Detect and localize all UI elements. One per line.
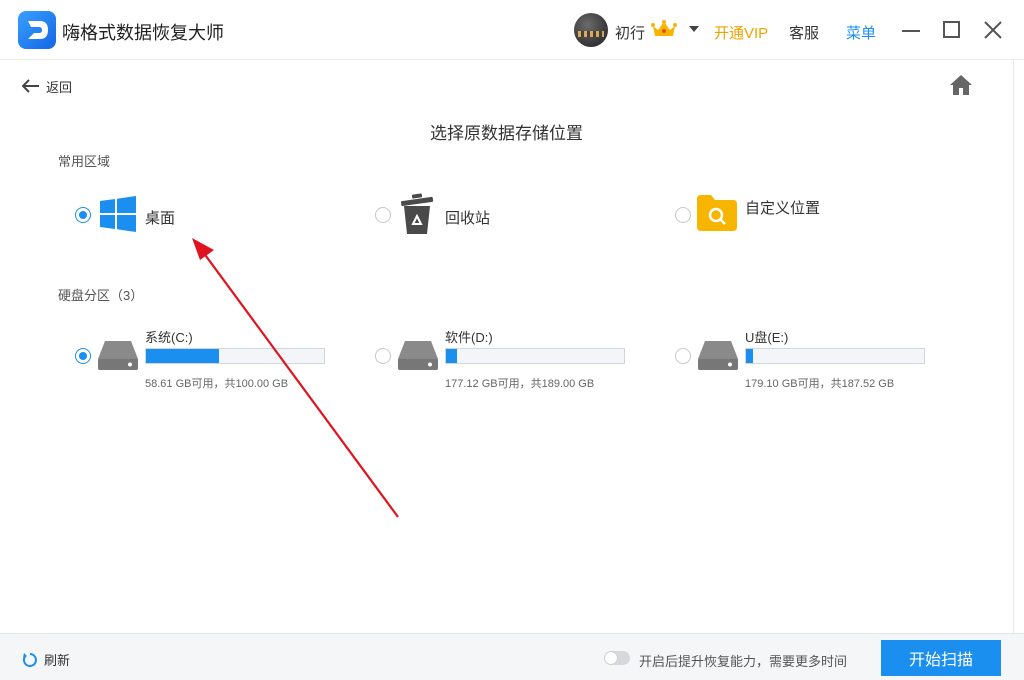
drive-c-usage-bar	[145, 348, 325, 364]
drive-e-name[interactable]: U盘(E:)	[745, 327, 788, 346]
vip-link[interactable]: 开通VIP	[714, 22, 768, 43]
location-desktop-label[interactable]: 桌面	[145, 207, 175, 228]
app-logo-icon	[18, 11, 56, 49]
back-button[interactable]: 返回	[22, 76, 72, 96]
drive-c-usage-fill	[146, 349, 219, 363]
user-dropdown-caret-icon[interactable]	[689, 26, 699, 32]
recycle-bin-radio[interactable]	[375, 207, 391, 223]
page-title: 选择原数据存储位置	[430, 124, 583, 143]
drive-d-radio[interactable]	[375, 348, 391, 364]
customer-service-link[interactable]: 客服	[789, 22, 819, 43]
menu-link[interactable]: 菜单	[846, 22, 876, 43]
desktop-radio[interactable]	[75, 207, 91, 223]
drive-c-radio[interactable]	[75, 348, 91, 364]
refresh-icon	[23, 652, 37, 667]
drive-e-usage-bar	[745, 348, 925, 364]
recycle-bin-icon	[401, 193, 434, 234]
refresh-label: 刷新	[44, 653, 71, 668]
hard-drive-icon	[398, 341, 438, 370]
folder-search-icon	[697, 195, 737, 231]
back-label: 返回	[46, 79, 73, 95]
app-title: 嗨格式数据恢复大师	[62, 23, 224, 43]
drive-d-capacity: 177.12 GB可用，共189.00 GB	[445, 378, 595, 390]
location-custom-label[interactable]: 自定义位置	[745, 197, 820, 218]
refresh-button[interactable]: 刷新	[22, 650, 70, 669]
title-bar: 嗨格式数据恢复大师 初行 开通VIP 客服 菜单	[0, 0, 1024, 60]
drive-c-name[interactable]: 系统(C:)	[145, 327, 193, 346]
start-scan-button[interactable]: 开始扫描	[881, 640, 1001, 676]
minimize-icon[interactable]	[902, 30, 920, 32]
enhance-recovery-text: 开启后提升恢复能力，需要更多时间	[639, 654, 848, 669]
drive-c-capacity: 58.61 GB可用，共100.00 GB	[145, 378, 289, 390]
arrow-left-icon	[22, 79, 39, 93]
disk-partitions-label: 硬盘分区（3）	[58, 288, 144, 303]
username[interactable]: 初行	[615, 22, 645, 43]
drive-e-capacity: 179.10 GB可用，共187.52 GB	[745, 378, 895, 390]
hard-drive-icon	[98, 341, 138, 370]
maximize-icon[interactable]	[943, 21, 960, 38]
common-area-label: 常用区域	[58, 154, 111, 169]
drive-e-usage-fill	[746, 349, 754, 363]
enhance-recovery-toggle[interactable]	[604, 651, 630, 665]
avatar[interactable]	[574, 13, 608, 47]
window-edge	[1013, 60, 1024, 633]
location-recycle-bin-label[interactable]: 回收站	[445, 207, 490, 228]
windows-icon	[100, 196, 136, 232]
close-icon[interactable]	[983, 20, 1003, 40]
footer-bar: 刷新 开启后提升恢复能力，需要更多时间 开始扫描	[0, 633, 1024, 680]
hard-drive-icon	[698, 341, 738, 370]
drive-d-usage-bar	[445, 348, 625, 364]
drive-d-usage-fill	[446, 349, 457, 363]
drive-e-radio[interactable]	[675, 348, 691, 364]
home-icon[interactable]	[949, 74, 973, 96]
custom-location-radio[interactable]	[675, 207, 691, 223]
crown-icon	[651, 20, 677, 36]
drive-d-name[interactable]: 软件(D:)	[445, 327, 493, 346]
